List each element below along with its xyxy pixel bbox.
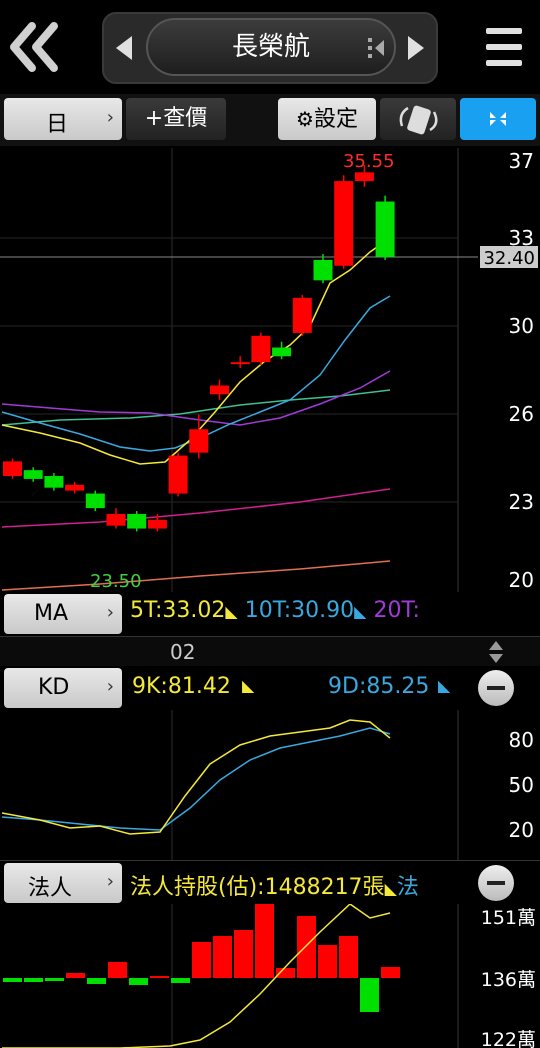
kd-indicator-select[interactable]: KD › bbox=[4, 668, 122, 708]
resize-handle-icon[interactable] bbox=[486, 640, 506, 664]
triangle-left-icon bbox=[116, 36, 132, 60]
kd-label: KD bbox=[38, 675, 70, 700]
y-tick-37: 37 bbox=[509, 149, 534, 173]
y-tick-20: 20 bbox=[509, 568, 534, 592]
kd-tick-80: 80 bbox=[509, 728, 534, 752]
menu-button[interactable] bbox=[484, 24, 524, 70]
rotate-phone-icon bbox=[399, 105, 438, 135]
inst-holding: 法人持股(估):1488217張 bbox=[130, 875, 385, 900]
collapse-button[interactable] bbox=[460, 98, 536, 140]
chevron-right-icon: › bbox=[106, 107, 114, 128]
chevron-right-icon: › bbox=[106, 871, 114, 892]
ma-label: MA bbox=[34, 601, 69, 626]
candle-body bbox=[65, 484, 85, 491]
rotate-button[interactable] bbox=[380, 98, 456, 140]
k-marker-icon: ◣ bbox=[242, 676, 255, 695]
triangle-right-icon bbox=[408, 36, 424, 60]
inst-remove-button[interactable] bbox=[478, 865, 514, 901]
date-axis: 02 bbox=[0, 636, 540, 667]
ma-indicator-select[interactable]: MA › bbox=[4, 594, 122, 634]
ma10-value: 10T:30.90 bbox=[244, 598, 355, 623]
high-price-label: 35.55 bbox=[343, 151, 395, 172]
ma-values: 5T:33.02◣ 10T:30.90◣ 20T: bbox=[130, 598, 460, 630]
candle-body bbox=[375, 201, 395, 257]
period-select[interactable]: 日 › bbox=[4, 98, 122, 140]
collapse-icon bbox=[490, 112, 506, 126]
candle-body bbox=[210, 385, 229, 395]
inst-tick-high: 151萬 bbox=[481, 907, 536, 929]
double-chevron-left-icon bbox=[10, 22, 58, 72]
inst-label: 法人 bbox=[28, 876, 73, 901]
inst-row: 法人 › 法人持股(估):1488217張◣法 bbox=[0, 860, 540, 905]
inst-marker-icon: ◣ bbox=[384, 879, 397, 898]
ma-row: MA › 5T:33.02◣ 10T:30.90◣ 20T: bbox=[0, 592, 540, 636]
period-label: 日 bbox=[46, 112, 69, 137]
candle-body bbox=[230, 362, 250, 365]
candle-body bbox=[292, 297, 312, 333]
ma5-marker-icon: ◣ bbox=[225, 602, 238, 621]
candle-body bbox=[147, 519, 167, 529]
hamburger-menu-icon bbox=[486, 28, 522, 66]
candle-body bbox=[168, 455, 188, 494]
chevron-right-icon: › bbox=[106, 676, 114, 697]
back-button[interactable] bbox=[6, 18, 62, 76]
candle-body bbox=[334, 181, 354, 266]
candle-body bbox=[272, 347, 292, 357]
minus-icon bbox=[487, 881, 505, 885]
d-value: 9D:85.25 bbox=[328, 674, 430, 699]
candle-body bbox=[354, 172, 374, 182]
top-bar: 長榮航 bbox=[0, 0, 540, 92]
y-tick-30: 30 bbox=[509, 314, 534, 338]
d-marker-icon: ◣ bbox=[438, 676, 451, 695]
candle-body bbox=[127, 513, 147, 529]
minus-icon bbox=[487, 686, 505, 690]
inst-chart[interactable]: 151萬 136萬 122萬 bbox=[0, 904, 540, 1048]
candle-body bbox=[313, 259, 333, 281]
y-tick-23: 23 bbox=[509, 490, 534, 514]
ma10-marker-icon: ◣ bbox=[354, 602, 367, 621]
kd-tick-50: 50 bbox=[509, 773, 534, 797]
add-query-label: +查價 bbox=[144, 106, 208, 131]
month-label: 02 bbox=[170, 640, 196, 664]
current-price-label: 32.40 bbox=[483, 248, 535, 269]
inst-indicator-select[interactable]: 法人 › bbox=[4, 863, 122, 903]
inst-tick-mid: 136萬 bbox=[481, 969, 536, 991]
y-tick-26: 26 bbox=[509, 402, 534, 426]
settings-label: 設定 bbox=[313, 107, 358, 132]
candle-body bbox=[3, 461, 22, 476]
candle-body bbox=[44, 476, 64, 488]
inst-values: 法人持股(估):1488217張◣法 bbox=[130, 869, 460, 901]
price-chart[interactable]: 35.55 23.50 37 33 30 26 23 20 32.40 bbox=[0, 148, 540, 592]
candle-body bbox=[251, 335, 271, 363]
gear-icon: ⚙ bbox=[296, 107, 314, 131]
kd-tick-20: 20 bbox=[509, 818, 534, 842]
kd-row: KD › 9K:81.42 ◣ 9D:85.25 ◣ bbox=[0, 666, 540, 710]
inst-tick-low: 122萬 bbox=[481, 1029, 536, 1048]
next-stock-button[interactable] bbox=[402, 30, 428, 66]
candle-body bbox=[23, 470, 43, 479]
candle-body bbox=[106, 513, 126, 526]
ma20-value: 20T: bbox=[373, 598, 420, 623]
title-side-icon bbox=[366, 36, 386, 60]
k-value: 9K:81.42 bbox=[132, 674, 231, 699]
toolbar: 日 › +查價 ⚙設定 bbox=[0, 94, 540, 146]
candle-body bbox=[85, 493, 105, 509]
kd-chart[interactable]: 80 50 20 bbox=[0, 710, 540, 860]
low-price-label: 23.50 bbox=[90, 571, 142, 592]
kd-remove-button[interactable] bbox=[478, 670, 514, 706]
prev-stock-button[interactable] bbox=[112, 30, 138, 66]
stock-title[interactable]: 長榮航 bbox=[146, 18, 396, 76]
inst-more: 法 bbox=[396, 875, 419, 900]
add-query-button[interactable]: +查價 bbox=[126, 98, 226, 140]
ma5-value: 5T:33.02 bbox=[130, 598, 226, 623]
chevron-right-icon: › bbox=[106, 602, 114, 623]
settings-button[interactable]: ⚙設定 bbox=[278, 98, 376, 140]
candle-body bbox=[189, 429, 209, 453]
